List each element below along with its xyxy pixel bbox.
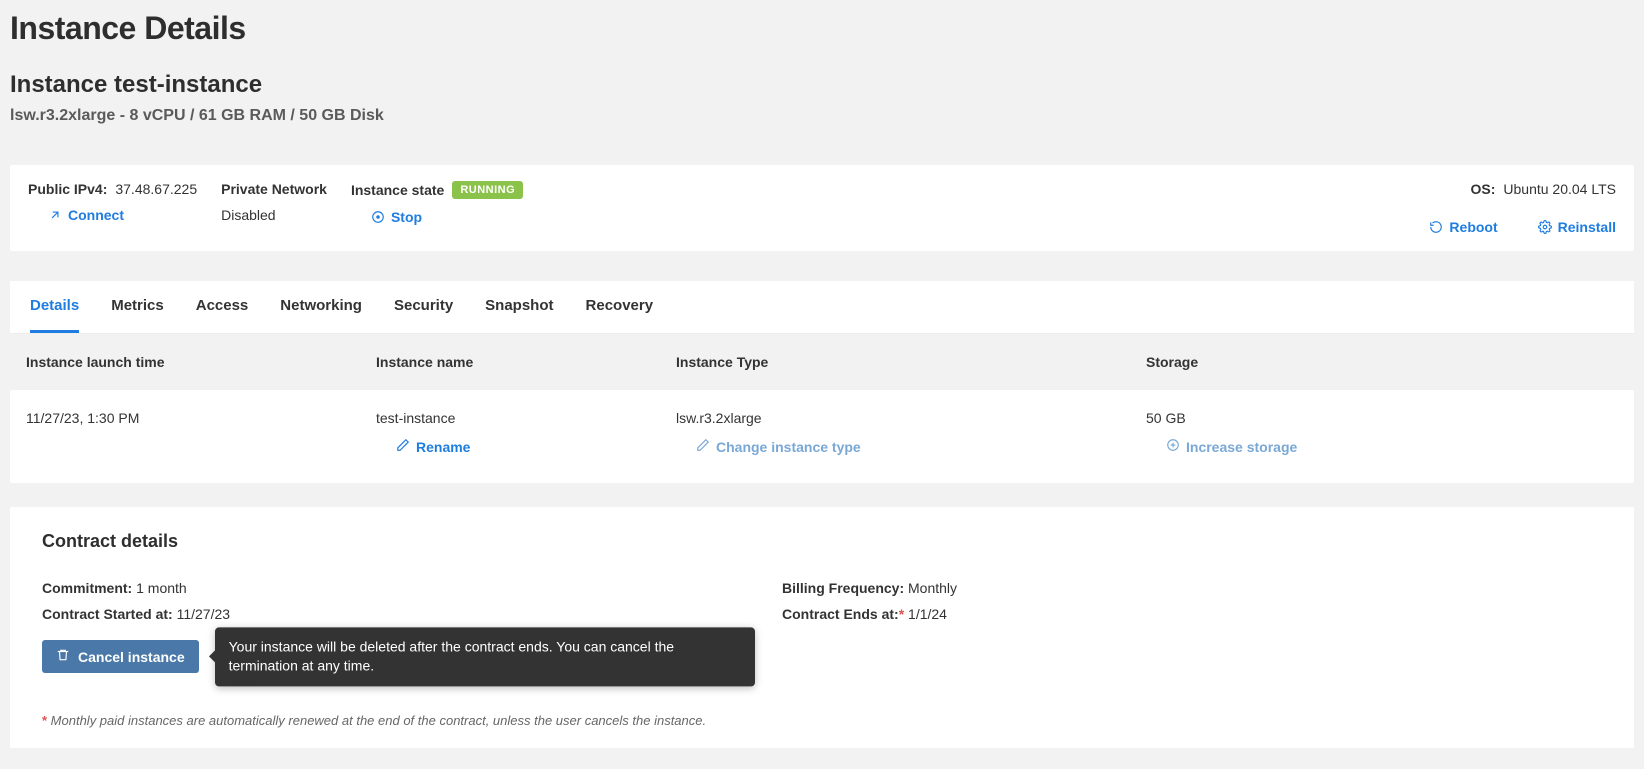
stop-button[interactable]: Stop <box>371 209 523 225</box>
tab-recovery[interactable]: Recovery <box>586 281 654 333</box>
right-block: OS: Ubuntu 20.04 LTS Reboot Reinstall <box>1429 181 1616 235</box>
private-network-block: Private Network Disabled <box>221 181 327 223</box>
details-section: Instance launch time Instance name Insta… <box>10 334 1634 483</box>
footnote-text: Monthly paid instances are automatically… <box>51 713 706 728</box>
tab-metrics[interactable]: Metrics <box>111 281 164 333</box>
trash-icon <box>56 648 70 665</box>
reboot-button[interactable]: Reboot <box>1429 219 1497 235</box>
private-network-label: Private Network <box>221 181 327 197</box>
status-bar: Public IPv4: 37.48.67.225 Connect Privat… <box>10 165 1634 251</box>
pencil-icon <box>696 438 710 455</box>
started-value: 11/27/23 <box>177 606 230 622</box>
footnote-star: * <box>42 713 51 728</box>
instance-heading-name: test-instance <box>114 71 262 98</box>
billing-value: Monthly <box>908 580 957 596</box>
contract-card: Contract details Commitment: 1 month Bil… <box>10 507 1634 748</box>
cancel-tooltip: Your instance will be deleted after the … <box>215 627 755 686</box>
tab-bar: Details Metrics Access Networking Security Sn… <box>10 281 1634 334</box>
increase-storage-button[interactable]: Increase storage <box>1166 438 1618 455</box>
started-label: Contract Started at: <box>42 606 173 622</box>
reinstall-button[interactable]: Reinstall <box>1538 219 1616 235</box>
header-storage: Storage <box>1146 354 1618 370</box>
public-ip-value: 37.48.67.225 <box>115 181 197 197</box>
reinstall-label: Reinstall <box>1558 219 1616 235</box>
rename-label: Rename <box>416 439 470 455</box>
value-launch-time: 11/27/23, 1:30 PM <box>26 410 376 426</box>
connect-label: Connect <box>68 207 124 223</box>
required-star: * <box>899 606 904 622</box>
billing-label: Billing Frequency: <box>782 580 904 596</box>
tab-security[interactable]: Security <box>394 281 453 333</box>
value-instance-type: lsw.r3.2xlarge <box>676 410 1146 426</box>
instance-state-block: Instance state RUNNING Stop <box>351 181 523 225</box>
value-storage: 50 GB <box>1146 410 1618 426</box>
running-badge: RUNNING <box>452 181 523 199</box>
stop-label: Stop <box>391 209 422 225</box>
contract-title: Contract details <box>42 531 1602 552</box>
pencil-icon <box>396 438 410 455</box>
instance-heading: Instance test-instance <box>10 71 1634 99</box>
details-data-row: 11/27/23, 1:30 PM test-instance Rename l… <box>10 390 1634 483</box>
commitment-label: Commitment: <box>42 580 132 596</box>
tab-details[interactable]: Details <box>30 281 79 333</box>
os-label: OS: <box>1471 181 1496 197</box>
header-instance-name: Instance name <box>376 354 676 370</box>
tab-access[interactable]: Access <box>196 281 249 333</box>
tab-snapshot[interactable]: Snapshot <box>485 281 553 333</box>
cancel-instance-label: Cancel instance <box>78 649 185 665</box>
cancel-instance-button[interactable]: Cancel instance <box>42 640 199 673</box>
cancel-row: Cancel instance Your instance will be de… <box>42 640 199 673</box>
commitment-value: 1 month <box>136 580 187 596</box>
reboot-label: Reboot <box>1449 219 1497 235</box>
tab-networking[interactable]: Networking <box>280 281 362 333</box>
external-link-icon <box>48 208 62 222</box>
change-type-button[interactable]: Change instance type <box>696 438 1146 455</box>
ends-value: 1/1/24 <box>908 606 947 622</box>
page-title: Instance Details <box>10 10 1634 47</box>
contract-footnote: * Monthly paid instances are automatical… <box>42 713 1602 728</box>
instance-heading-prefix: Instance <box>10 71 114 98</box>
public-ip-block: Public IPv4: 37.48.67.225 Connect <box>28 181 197 223</box>
rename-button[interactable]: Rename <box>396 438 676 455</box>
reinstall-icon <box>1538 220 1552 234</box>
instance-state-label: Instance state <box>351 182 444 198</box>
stop-icon <box>371 210 385 224</box>
header-launch-time: Instance launch time <box>26 354 376 370</box>
os-value: Ubuntu 20.04 LTS <box>1503 181 1616 197</box>
details-header-row: Instance launch time Instance name Insta… <box>10 334 1634 390</box>
public-ip-label: Public IPv4: <box>28 181 107 197</box>
ends-label: Contract Ends at: <box>782 606 899 622</box>
connect-button[interactable]: Connect <box>48 207 197 223</box>
value-instance-name: test-instance <box>376 410 676 426</box>
private-network-value: Disabled <box>221 207 327 223</box>
contract-grid: Commitment: 1 month Billing Frequency: M… <box>42 580 1602 622</box>
change-type-label: Change instance type <box>716 439 861 455</box>
plus-circle-icon <box>1166 438 1180 455</box>
instance-specs: lsw.r3.2xlarge - 8 vCPU / 61 GB RAM / 50… <box>10 107 1634 125</box>
reboot-icon <box>1429 220 1443 234</box>
increase-storage-label: Increase storage <box>1186 439 1297 455</box>
header-instance-type: Instance Type <box>676 354 1146 370</box>
